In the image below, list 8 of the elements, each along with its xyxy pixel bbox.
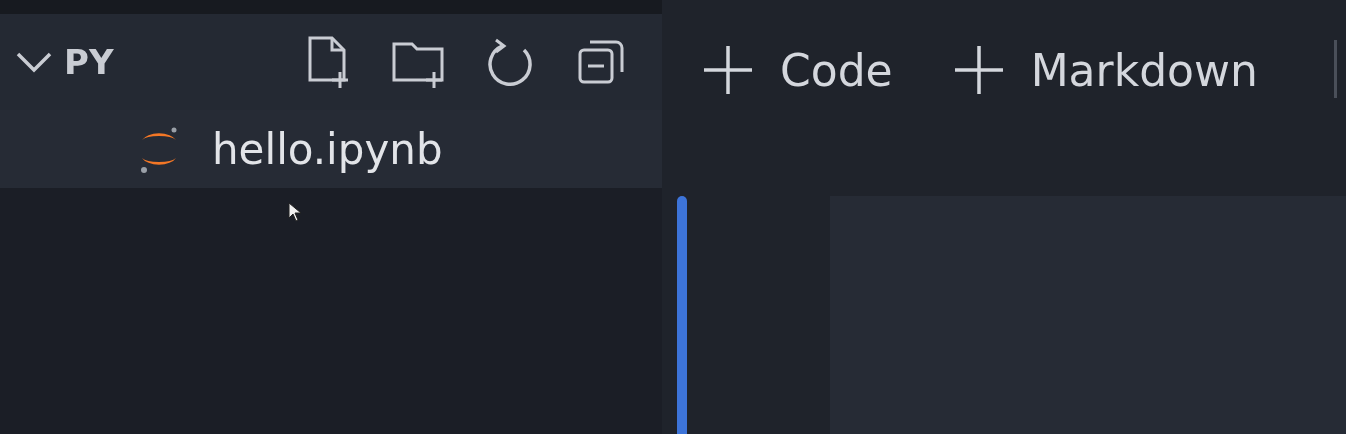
add-cell-button[interactable]: Code	[702, 40, 893, 100]
section-title[interactable]: PY	[64, 42, 286, 82]
file-item[interactable]: hello.ipynb	[0, 110, 662, 188]
add-cell-button[interactable]: Markdown	[952, 40, 1258, 100]
plus-icon	[952, 44, 1005, 96]
plus-icon	[702, 44, 754, 96]
file-name: hello.ipynb	[212, 124, 443, 174]
mouse-pointer-icon	[288, 202, 302, 222]
